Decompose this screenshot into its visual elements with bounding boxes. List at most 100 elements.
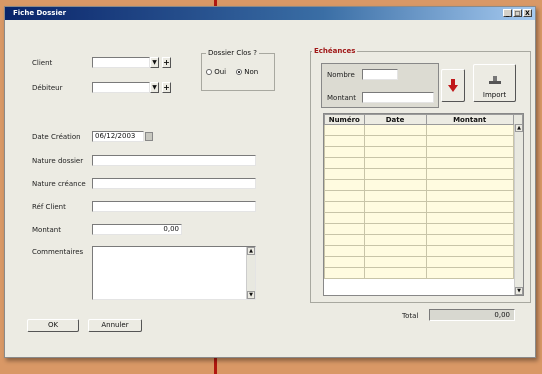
column-header-montant[interactable]: Montant [425,114,514,125]
table-cell[interactable] [324,267,365,279]
nature-creance-field[interactable] [92,178,256,189]
client-add-button[interactable]: + [162,57,171,68]
table-row[interactable] [324,157,523,169]
table-cell[interactable] [363,190,427,202]
radio-non[interactable]: Non [236,68,258,76]
nature-dossier-field[interactable] [92,155,256,166]
table-row[interactable] [324,135,523,147]
table-cell[interactable] [363,124,427,136]
add-echeance-button[interactable] [441,69,465,102]
table-cell[interactable] [363,223,427,235]
table-cell[interactable] [363,234,427,246]
date-creation-field[interactable]: 06/12/2003 [92,131,144,142]
table-cell[interactable] [363,267,427,279]
table-cell[interactable] [425,168,514,180]
nature-dossier-label: Nature dossier [32,157,84,165]
debiteur-add-button[interactable]: + [162,82,171,93]
close-button[interactable]: X [523,9,532,17]
table-row[interactable] [324,201,523,213]
table-cell[interactable] [425,157,514,169]
table-row[interactable] [324,124,523,136]
radio-non-label: Non [244,68,259,76]
annuler-button[interactable]: Annuler [88,319,142,332]
echeances-table: Numéro Date Montant [324,114,523,279]
table-cell[interactable] [425,223,514,235]
commentaires-scrollbar[interactable]: ▲ ▼ [246,247,255,299]
column-header-date[interactable]: Date [363,114,427,125]
client-combobox[interactable] [92,57,150,68]
client-dropdown-arrow-icon[interactable]: ▼ [150,57,159,68]
table-cell[interactable] [363,245,427,257]
table-row[interactable] [324,179,523,191]
nombre-field[interactable] [362,69,398,80]
table-cell[interactable] [363,212,427,224]
dossier-clos-group: Dossier Clos ? Oui Non [201,49,275,91]
table-cell[interactable] [324,190,365,202]
ok-button[interactable]: OK [27,319,79,332]
table-cell[interactable] [425,179,514,191]
table-cell[interactable] [425,146,514,158]
table-cell[interactable] [363,146,427,158]
table-cell[interactable] [324,201,365,213]
table-cell[interactable] [425,256,514,268]
table-cell[interactable] [425,212,514,224]
table-row[interactable] [324,234,523,246]
table-row[interactable] [324,212,523,224]
table-row[interactable] [324,223,523,235]
table-cell[interactable] [363,201,427,213]
radio-non-icon[interactable] [236,69,242,75]
commentaires-textarea[interactable]: ▲ ▼ [92,246,256,300]
table-row[interactable] [324,256,523,268]
table-cell[interactable] [324,245,365,257]
table-row[interactable] [324,245,523,257]
table-cell[interactable] [324,256,365,268]
table-cell[interactable] [425,245,514,257]
ref-client-field[interactable] [92,201,256,212]
radio-oui[interactable]: Oui [206,68,226,76]
scroll-down-icon[interactable]: ▼ [247,291,255,299]
title-bar[interactable]: Fiche Dossier _ □ X [5,7,535,20]
table-cell[interactable] [324,157,365,169]
grid-corner [512,114,523,125]
table-cell[interactable] [363,135,427,147]
montant-field[interactable]: 0,00 [92,224,182,235]
table-cell[interactable] [425,201,514,213]
echeances-grid[interactable]: Numéro Date Montant ▲ ▼ [323,113,524,296]
radio-oui-icon[interactable] [206,69,212,75]
table-cell[interactable] [324,124,365,136]
table-cell[interactable] [324,223,365,235]
calendar-icon[interactable] [145,132,153,141]
minimize-button[interactable]: _ [503,9,512,17]
table-cell[interactable] [363,256,427,268]
echeances-montant-field[interactable] [362,92,434,103]
table-cell[interactable] [324,212,365,224]
table-cell[interactable] [425,124,514,136]
debiteur-dropdown-arrow-icon[interactable]: ▼ [150,82,159,93]
maximize-button[interactable]: □ [513,9,522,17]
table-cell[interactable] [324,135,365,147]
import-button[interactable]: Import [473,64,516,102]
table-cell[interactable] [324,168,365,180]
table-cell[interactable] [324,146,365,158]
table-row[interactable] [324,168,523,180]
column-header-numero[interactable]: Numéro [324,114,365,125]
table-cell[interactable] [425,135,514,147]
table-cell[interactable] [363,179,427,191]
table-cell[interactable] [324,179,365,191]
grid-scroll-up-icon[interactable]: ▲ [515,124,523,132]
debiteur-combobox[interactable] [92,82,150,93]
scroll-up-icon[interactable]: ▲ [247,247,255,255]
table-row[interactable] [324,267,523,279]
table-cell[interactable] [363,168,427,180]
table-cell[interactable] [425,190,514,202]
table-row[interactable] [324,146,523,158]
table-row[interactable] [324,190,523,202]
date-creation-label: Date Création [32,133,81,141]
table-cell[interactable] [363,157,427,169]
grid-scrollbar[interactable]: ▲ ▼ [514,124,523,295]
grid-scroll-down-icon[interactable]: ▼ [515,287,523,295]
table-cell[interactable] [324,234,365,246]
table-cell[interactable] [425,267,514,279]
table-cell[interactable] [425,234,514,246]
fiche-dossier-window: Fiche Dossier _ □ X Client ▼ + Débiteur … [4,6,536,358]
